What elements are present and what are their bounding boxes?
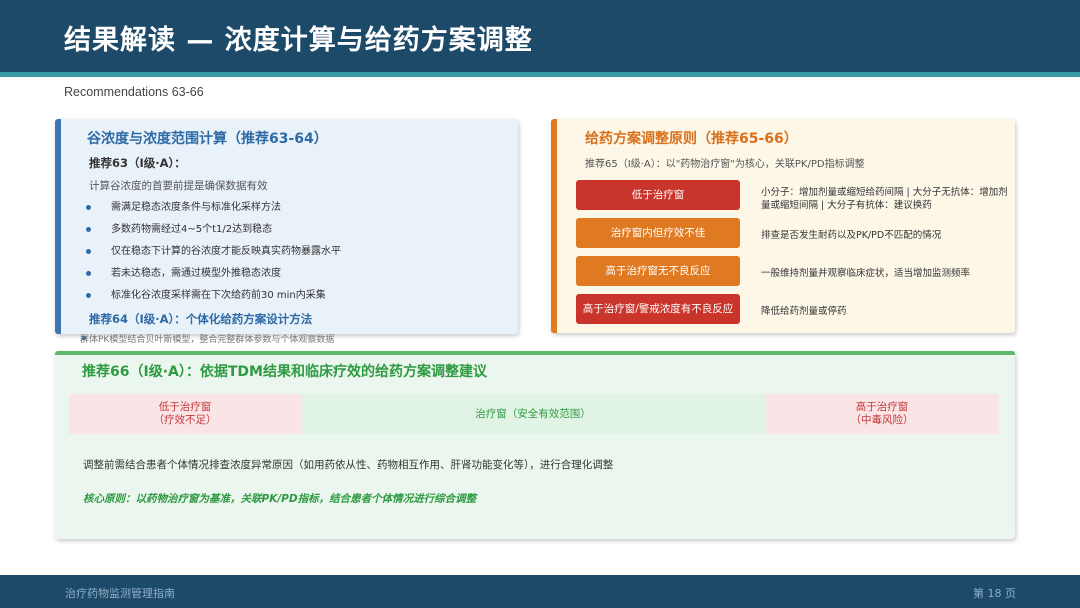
core-principle-note: 核心原则：以药物治疗窗为基准，关联PK/PD指标，结合患者个体情况进行综合调整 xyxy=(83,493,477,505)
bullet-icon xyxy=(86,249,91,254)
above-window-no-adverse-label: 高于治疗窗无不良反应 xyxy=(576,256,740,286)
in-window-poor-effect-desc: 排查是否发生耐药以及PK/PD不匹配的情况 xyxy=(761,230,942,241)
page-number: 第 18 页 xyxy=(973,587,1016,600)
recommendation-65-label: 推荐65（Ⅰ级·A）：以"药物治疗窗"为核心，关联PK/PD指标调整 xyxy=(585,159,865,170)
footer-guide-title: 治疗药物监测管理指南 xyxy=(65,587,175,600)
below-window-range: 低于治疗窗 （疗效不足） xyxy=(69,394,301,434)
recommendation-64-label: 推荐64（Ⅰ级·A）：个体化给药方案设计方法 xyxy=(89,312,313,326)
list-item: 需满足稳态浓度条件与标准化采样方法 xyxy=(83,200,341,222)
page-title: 结果解读 — 浓度计算与给药方案调整 xyxy=(64,25,533,56)
recommendation-66-card: 推荐66（Ⅰ级·A）：依据TDM结果和临床疗效的给药方案调整建议 低于治疗窗 （… xyxy=(55,351,1015,539)
above-window-adverse-label: 高于治疗窗/警戒浓度有不良反应 xyxy=(576,294,740,324)
premise-text: 计算谷浓度的首要前提是确保数据有效 xyxy=(89,180,268,192)
trough-concentration-card: 谷浓度与浓度范围计算（推荐63-64） 推荐63（Ⅰ级·A）： 计算谷浓度的首要… xyxy=(55,119,518,334)
bullet-icon xyxy=(86,205,91,210)
bullet-icon xyxy=(86,293,91,298)
card-title: 给药方案调整原则（推荐65-66） xyxy=(585,131,798,147)
therapeutic-window-bar: 低于治疗窗 （疗效不足） 治疗窗（安全有效范围） 高于治疗窗 （中毒风险） xyxy=(69,394,999,434)
overflow-text: 群体PK模型结合贝叶斯模型，整合完整群体参数与个体观察数据 xyxy=(80,335,335,343)
footer-bar: 治疗药物监测管理指南 第 18 页 xyxy=(0,575,1080,608)
above-window-no-adverse-desc: 一般维持剂量并观察临床症状，适当增加监测频率 xyxy=(761,268,971,279)
above-window-range: 高于治疗窗 （中毒风险） xyxy=(765,394,999,434)
page-subtitle: Recommendations 63-66 xyxy=(64,85,204,99)
adjustment-note: 调整前需结合患者个体情况排查浓度异常原因（如用药依从性、药物相互作用、肝肾功能变… xyxy=(83,459,614,471)
bullet-icon xyxy=(86,227,91,232)
list-item: 多数药物需经过4~5个t1/2达到稳态 xyxy=(83,222,341,244)
in-window-poor-effect-label: 治疗窗内但疗效不佳 xyxy=(576,218,740,248)
bullet-icon xyxy=(86,271,91,276)
premise-bullet-list: 需满足稳态浓度条件与标准化采样方法 多数药物需经过4~5个t1/2达到稳态 仅在… xyxy=(83,200,341,310)
above-window-adverse-desc: 降低给药剂量或停药 xyxy=(761,306,847,317)
recommendation-63-label: 推荐63（Ⅰ级·A）： xyxy=(89,156,186,170)
card-title: 推荐66（Ⅰ级·A）：依据TDM结果和临床疗效的给药方案调整建议 xyxy=(82,364,487,380)
list-item: 标准化谷浓度采样需在下次给药前30 min内采集 xyxy=(83,288,341,310)
dosing-adjustment-card: 给药方案调整原则（推荐65-66） 推荐65（Ⅰ级·A）：以"药物治疗窗"为核心… xyxy=(551,119,1015,333)
header-bar: 结果解读 — 浓度计算与给药方案调整 xyxy=(0,0,1080,72)
card-title: 谷浓度与浓度范围计算（推荐63-64） xyxy=(87,131,328,147)
list-item: 若未达稳态，需通过模型外推稳态浓度 xyxy=(83,266,341,288)
therapeutic-window-range: 治疗窗（安全有效范围） xyxy=(301,394,765,434)
below-window-desc: 小分子：增加剂量或缩短给药间隔 | 大分子无抗体：增加剂量或缩短间隔 | 大分子… xyxy=(761,187,1008,211)
list-item: 仅在稳态下计算的谷浓度才能反映真实药物暴露水平 xyxy=(83,244,341,266)
header-accent-line xyxy=(0,72,1080,77)
below-window-label: 低于治疗窗 xyxy=(576,180,740,210)
